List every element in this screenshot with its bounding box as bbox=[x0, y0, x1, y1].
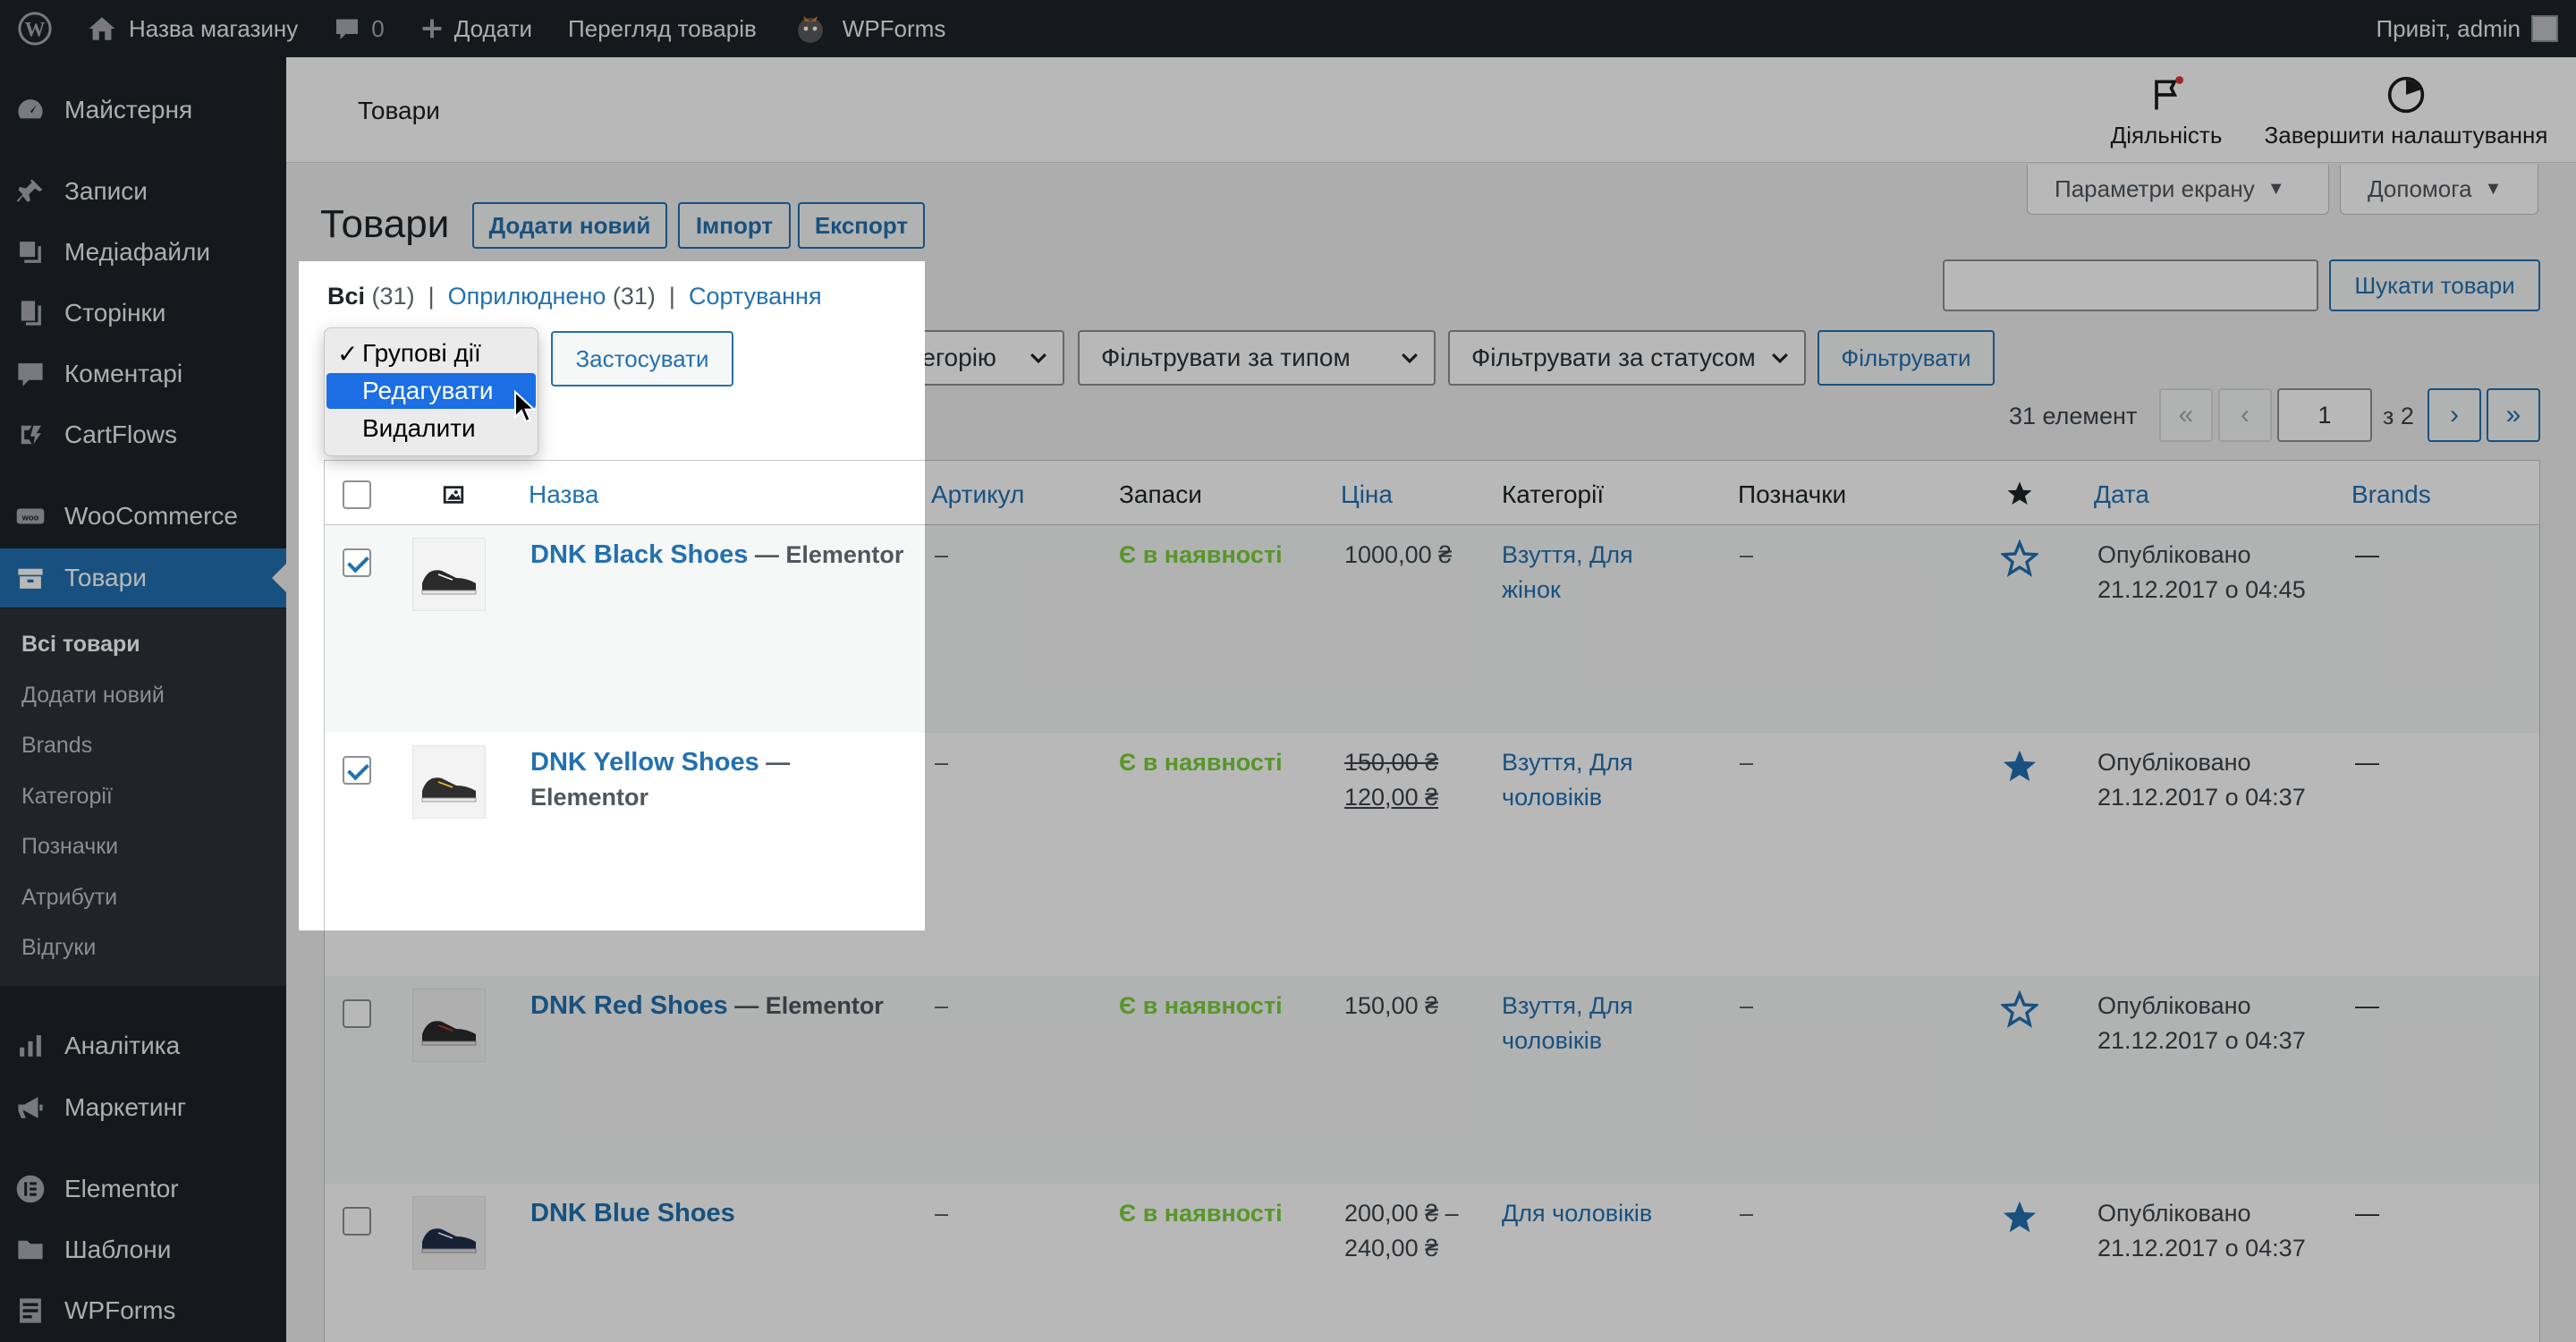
view-sorting[interactable]: Сортування bbox=[689, 283, 822, 310]
bulk-option-default[interactable]: ✓ Групові дії bbox=[326, 336, 536, 371]
select-all-checkbox[interactable] bbox=[343, 480, 371, 509]
row-checkbox[interactable] bbox=[343, 548, 371, 577]
row-checkbox[interactable] bbox=[343, 756, 371, 785]
product-name-link[interactable]: DNK Yellow Shoes bbox=[530, 748, 759, 777]
checkmark-icon: ✓ bbox=[337, 339, 359, 368]
product-name-link[interactable]: DNK Black Shoes bbox=[530, 540, 748, 569]
table-row: DNK Yellow Shoes — Elementor bbox=[325, 733, 925, 930]
product-type: — Elementor bbox=[754, 541, 904, 568]
apply-button[interactable]: Застосувати bbox=[551, 331, 733, 386]
product-thumbnail[interactable] bbox=[412, 745, 486, 819]
view-all[interactable]: Всі bbox=[327, 283, 365, 310]
table-slice: Назва DNK Black Shoes — Elementor DNK Ye… bbox=[324, 460, 925, 930]
column-name[interactable]: Назва bbox=[529, 480, 598, 509]
view-published[interactable]: Оприлюднено bbox=[448, 283, 606, 310]
bulk-actions-dropdown[interactable]: ✓ Групові дії Редагувати Видалити bbox=[324, 327, 538, 456]
status-views: Всі (31) | Оприлюднено (31) | Сортування bbox=[327, 283, 822, 310]
bulk-option-edit[interactable]: Редагувати bbox=[326, 373, 536, 409]
image-icon bbox=[443, 486, 464, 504]
table-row: DNK Black Shoes — Elementor bbox=[325, 525, 925, 733]
bulk-option-delete[interactable]: Видалити bbox=[326, 411, 536, 446]
product-thumbnail[interactable] bbox=[412, 538, 486, 611]
mouse-cursor-icon bbox=[514, 390, 537, 423]
